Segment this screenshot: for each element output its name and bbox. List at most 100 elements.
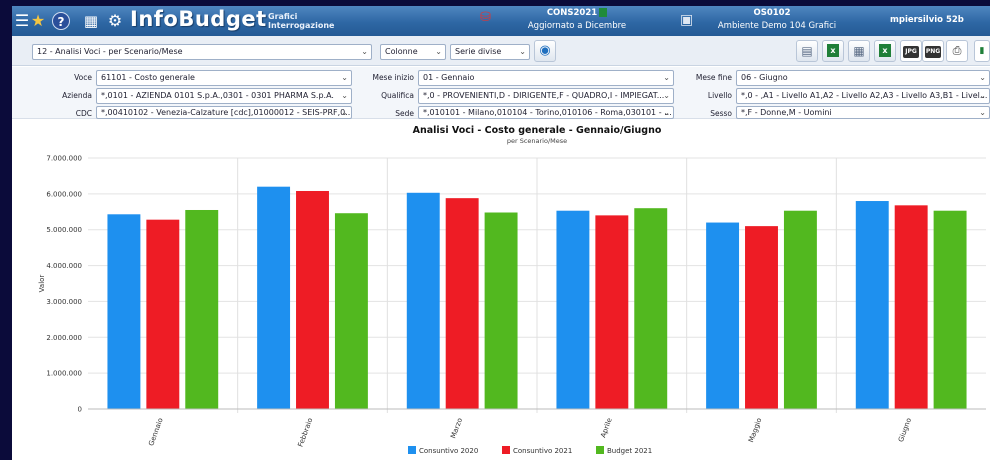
chevron-down-icon: ⌄: [979, 91, 986, 100]
y-tick-label: 5.000.000: [46, 226, 82, 234]
scenario-code: CONS2021: [546, 8, 598, 18]
star-icon[interactable]: ★: [30, 11, 46, 31]
environment-name: Ambiente Demo 104 Grafici: [717, 21, 837, 31]
bar: [107, 214, 141, 409]
qualifica-select[interactable]: *,0 - PROVENIENTI,D - DIRIGENTE,F - QUAD…: [418, 88, 674, 104]
chevron-down-icon: ⌄: [435, 47, 442, 56]
chart-subtitle: per Scenario/Mese: [507, 137, 567, 145]
bar: [894, 205, 928, 409]
scenario-title: CONS2021: [517, 8, 637, 18]
app-window: ☰ ★ ? ▦ ⚙ InfoBudget Grafici Interrogazi…: [12, 6, 990, 460]
y-tick-label: 6.000.000: [46, 190, 82, 198]
y-tick-label: 2.000.000: [46, 334, 82, 342]
top-header: ☰ ★ ? ▦ ⚙ InfoBudget Grafici Interrogazi…: [12, 6, 990, 36]
database-icon[interactable]: ⛁: [480, 10, 491, 25]
y-tick-label: 0: [78, 406, 82, 414]
excel-icon: x: [827, 44, 839, 57]
series-select[interactable]: Serie divise ⌄: [450, 44, 530, 60]
bar: [484, 212, 518, 409]
jpg-icon: JPG: [903, 46, 919, 58]
table-view-button[interactable]: ▤: [796, 40, 818, 62]
legend-swatch: [502, 446, 510, 454]
y-tick-label: 4.000.000: [46, 262, 82, 270]
voce-select-value: 61101 - Costo generale: [101, 73, 195, 82]
more-button[interactable]: ▮: [974, 40, 990, 62]
toolbar: 12 - Analisi Voci - per Scenario/Mese ⌄ …: [12, 36, 990, 66]
mese-fine-select[interactable]: 06 - Giugno ⌄: [736, 70, 990, 86]
qualifica-select-value: *,0 - PROVENIENTI,D - DIRIGENTE,F - QUAD…: [423, 91, 665, 100]
app-subtitle-line1: Grafici: [268, 12, 298, 21]
sesso-label: Sesso: [710, 109, 732, 118]
chevron-down-icon: ⌄: [663, 73, 670, 82]
excel-mini-icon: [599, 8, 608, 17]
report-select-value: 12 - Analisi Voci - per Scenario/Mese: [37, 47, 183, 56]
y-tick-label: 3.000.000: [46, 298, 82, 306]
chevron-down-icon: ⌄: [361, 47, 368, 56]
app-subtitle: Grafici Interrogazione: [268, 12, 334, 30]
bar-chart: Analisi Voci - Costo generale - Gennaio/…: [38, 125, 986, 455]
qualifica-label: Qualifica: [381, 91, 414, 100]
bar: [556, 210, 590, 409]
sede-select[interactable]: *,010101 - Milano,010104 - Torino,010106…: [418, 106, 674, 119]
bar: [706, 222, 740, 409]
sede-select-value: *,010101 - Milano,010104 - Torino,010106…: [423, 108, 672, 117]
legend-label: Consuntivo 2020: [419, 447, 478, 455]
excel-export-button[interactable]: x: [822, 40, 844, 62]
scenario-subtitle: Aggiornato a Dicembre: [527, 21, 627, 31]
bar: [745, 226, 778, 409]
x-tick-label: Maggio: [747, 417, 763, 444]
app-subtitle-line2: Interrogazione: [268, 21, 335, 30]
grid-view-button[interactable]: ▦: [848, 40, 870, 62]
environment-code: OS0102: [753, 8, 791, 18]
gears-icon[interactable]: ⚙: [106, 11, 124, 31]
sesso-select-value: *,F - Donne,M - Uomini: [741, 108, 832, 117]
cdc-select[interactable]: *,00410102 - Venezia-Calzature [cdc],010…: [96, 106, 352, 119]
mese-fine-label: Mese fine: [695, 73, 732, 82]
bar: [783, 210, 817, 409]
legend-label: Consuntivo 2021: [513, 447, 572, 455]
x-tick-label: Gennaio: [147, 417, 164, 447]
globe-button[interactable]: ◉: [534, 40, 556, 62]
legend-swatch: [408, 446, 416, 454]
menu-icon[interactable]: ☰: [14, 11, 30, 31]
bar: [257, 186, 291, 409]
report-select[interactable]: 12 - Analisi Voci - per Scenario/Mese ⌄: [32, 44, 372, 60]
sesso-select[interactable]: *,F - Donne,M - Uomini ⌄: [736, 106, 990, 119]
azienda-select[interactable]: *,0101 - AZIENDA 0101 S.p.A.,0301 - 0301…: [96, 88, 352, 104]
y-tick-label: 7.000.000: [46, 155, 82, 163]
cdc-label: CDC: [75, 109, 92, 118]
bar: [406, 192, 440, 409]
legend-label: Budget 2021: [607, 447, 652, 455]
y-axis-label: Valor: [38, 275, 46, 293]
print-button[interactable]: ⎙: [946, 40, 968, 62]
cdc-select-value: *,00410102 - Venezia-Calzature [cdc],010…: [101, 108, 352, 117]
environment-icon[interactable]: ▣: [680, 12, 693, 28]
chevron-down-icon: ⌄: [663, 108, 670, 117]
mese-fine-select-value: 06 - Giugno: [741, 73, 788, 82]
excel-export-2-button[interactable]: x: [874, 40, 896, 62]
apps-icon[interactable]: ▦: [82, 11, 100, 31]
mese-inizio-select-value: 01 - Gennaio: [423, 73, 475, 82]
png-export-button[interactable]: PNG: [922, 40, 944, 62]
jpg-export-button[interactable]: JPG: [900, 40, 922, 62]
app-title: InfoBudget: [130, 7, 267, 31]
columns-select[interactable]: Colonne ⌄: [380, 44, 446, 60]
x-tick-label: Aprile: [599, 417, 613, 439]
bar: [634, 208, 668, 409]
chart-panel: Analisi Voci - Costo generale - Gennaio/…: [20, 120, 990, 460]
help-icon[interactable]: ?: [52, 12, 70, 30]
columns-select-value: Colonne: [385, 47, 418, 56]
excel-icon: x: [879, 44, 891, 57]
bar: [595, 215, 629, 409]
user-name[interactable]: mpiersilvio 52b: [890, 15, 964, 25]
y-tick-label: 1.000.000: [46, 370, 82, 378]
bar: [334, 213, 368, 409]
mese-inizio-select[interactable]: 01 - Gennaio ⌄: [418, 70, 674, 86]
bar: [445, 198, 479, 409]
voce-select[interactable]: 61101 - Costo generale ⌄: [96, 70, 352, 86]
bar: [146, 219, 180, 409]
chevron-down-icon: ⌄: [341, 91, 348, 100]
bar: [855, 201, 889, 409]
mese-inizio-label: Mese inizio: [372, 73, 414, 82]
livello-select[interactable]: *,0 - ,A1 - Livello A1,A2 - Livello A2,A…: [736, 88, 990, 104]
